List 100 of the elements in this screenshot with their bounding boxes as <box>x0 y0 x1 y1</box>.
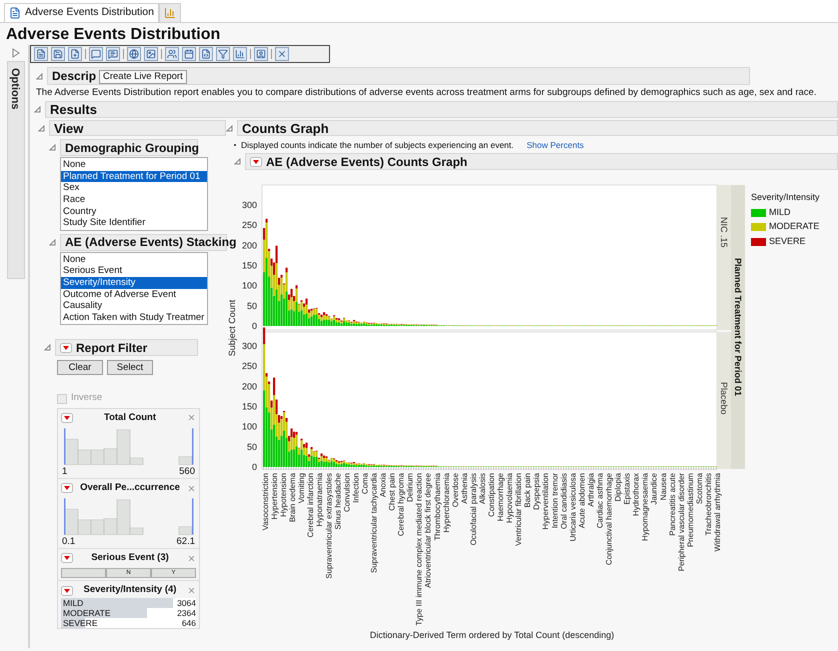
list-item[interactable]: Serious Event <box>61 265 207 277</box>
filter-icon <box>218 49 228 59</box>
menu-triangle-icon[interactable] <box>60 342 72 353</box>
x-axis-label: Dictionary-Derived Term ordered by Total Count (descending) <box>370 630 614 640</box>
disclosure-icon[interactable] <box>34 106 41 114</box>
section-title: Report Filter <box>76 340 148 357</box>
y-tick-label: 100 <box>242 422 257 432</box>
toolbar-button[interactable] <box>144 47 158 61</box>
list-item[interactable]: Severity/Intensity <box>61 277 207 289</box>
disclosure-icon[interactable] <box>234 158 241 166</box>
close-icon[interactable] <box>187 413 196 422</box>
toolbar-button[interactable] <box>199 47 213 61</box>
legend-label: MODERATE <box>769 220 820 234</box>
section-title: Descrip <box>52 68 96 85</box>
toolbar-button[interactable] <box>275 47 289 61</box>
toolbar-button[interactable] <box>233 47 247 61</box>
inverse-label: Inverse <box>71 391 102 406</box>
list-item[interactable]: Study Site Identifier <box>61 217 207 229</box>
toolbar-button[interactable] <box>254 47 268 61</box>
menu-triangle-icon[interactable] <box>250 156 262 167</box>
section-title: Counts Graph <box>242 120 329 138</box>
toolbar-button[interactable] <box>89 47 103 61</box>
list-item[interactable]: Outcome of Adverse Event <box>61 288 207 300</box>
close-icon[interactable] <box>187 484 196 492</box>
close-icon <box>277 49 287 59</box>
add-file-icon <box>70 49 80 59</box>
document-icon <box>36 49 46 59</box>
list-item[interactable]: Action Taken with Study Treatmer <box>61 312 207 324</box>
disclosure-icon[interactable] <box>49 238 56 246</box>
section-title: AE (Adverse Events) Counts Graph <box>266 154 468 171</box>
legend-label: SEVERE <box>769 234 806 248</box>
window-title: Adverse Events Distribution <box>5 25 222 45</box>
speech-bubble-icon <box>108 49 118 59</box>
level-label[interactable]: MILD <box>63 598 84 608</box>
image-icon <box>146 49 156 59</box>
options-panel[interactable]: Options <box>7 61 25 279</box>
tooltip: Create Live Report <box>99 70 187 84</box>
range-min: 1 <box>62 466 68 478</box>
level-count: 2364 <box>173 608 196 618</box>
list-item[interactable]: Race <box>61 194 207 206</box>
disclosure-icon[interactable] <box>38 124 45 132</box>
group-label: Planned Treatment for Period 01 <box>733 258 743 396</box>
person-icon <box>256 49 266 59</box>
y-axis-label: Subject Count <box>227 300 237 357</box>
section-title: Demographic Grouping <box>65 140 200 157</box>
toolbar-button[interactable] <box>106 47 120 61</box>
y-tick-label: 300 <box>242 341 257 352</box>
level-count: 646 <box>173 618 196 628</box>
disclosure-icon[interactable] <box>36 72 43 80</box>
range-min: 0.1 <box>62 536 76 548</box>
level-count: 3064 <box>173 598 196 608</box>
globe-icon <box>129 49 139 59</box>
code-file-icon <box>201 49 211 59</box>
y-tick-label: 0 <box>252 462 257 472</box>
y-tick-label: 100 <box>242 280 257 291</box>
close-icon[interactable] <box>187 554 196 563</box>
y-tick-label: 250 <box>242 220 257 230</box>
list-item[interactable]: None <box>61 254 207 266</box>
toolbar-button[interactable] <box>165 47 179 61</box>
toolbar-button[interactable] <box>216 47 230 61</box>
list-item[interactable]: Planned Treatment for Period 01 <box>61 170 207 182</box>
y-tick-label: 50 <box>246 301 257 312</box>
note-text: Displayed counts indicate the number of subjects experiencing an event. <box>241 138 514 152</box>
report-tab[interactable]: Adverse Events Distribution <box>4 3 159 22</box>
y-tick-label: 300 <box>242 200 257 210</box>
legend-label: MILD <box>769 206 791 219</box>
y-tick-label: 50 <box>246 442 257 452</box>
toolbar-button[interactable] <box>182 47 196 61</box>
toolbar-button[interactable] <box>68 47 82 61</box>
menu-triangle-icon[interactable] <box>61 483 73 493</box>
description-text: The Adverse Events Distribution report enables you to compare distributions of adverse events across treatment arms for subgroups defined by demographics such as age, sex and race. <box>35 86 818 100</box>
list-item[interactable]: None <box>61 159 207 171</box>
toolbar-button[interactable] <box>51 47 65 61</box>
disclosure-icon[interactable] <box>49 144 56 152</box>
menu-triangle-icon[interactable] <box>61 412 73 423</box>
options-label: Options <box>9 68 21 110</box>
speech-bubble-icon <box>91 49 101 59</box>
calendar-icon <box>184 49 194 59</box>
disclosure-icon[interactable] <box>44 344 51 352</box>
close-icon[interactable] <box>187 586 196 595</box>
range-max: 560 <box>179 466 195 478</box>
show-percents-link[interactable]: Show Percents <box>526 138 584 152</box>
section-title: Results <box>50 101 97 119</box>
y-tick-label: 150 <box>242 260 257 271</box>
people-icon <box>167 49 177 59</box>
toolbar-button[interactable] <box>127 47 141 61</box>
panel-label: Placebo <box>719 382 729 415</box>
panel-label: NIC .15 <box>719 217 729 248</box>
toolbar-button[interactable] <box>34 47 48 61</box>
list-item[interactable]: Country <box>61 206 207 218</box>
filter-button[interactable]: Clear <box>57 360 103 376</box>
expand-icon[interactable] <box>12 48 20 58</box>
chart-icon <box>164 7 176 19</box>
list-item[interactable]: Causality <box>61 300 207 312</box>
menu-triangle-icon[interactable] <box>61 586 73 596</box>
menu-triangle-icon[interactable] <box>61 553 73 564</box>
disclosure-icon[interactable] <box>226 124 233 132</box>
list-item[interactable]: Sex <box>61 182 207 194</box>
legend-title: Severity/Intensity <box>751 191 820 204</box>
filter-button[interactable]: Select <box>107 360 153 376</box>
